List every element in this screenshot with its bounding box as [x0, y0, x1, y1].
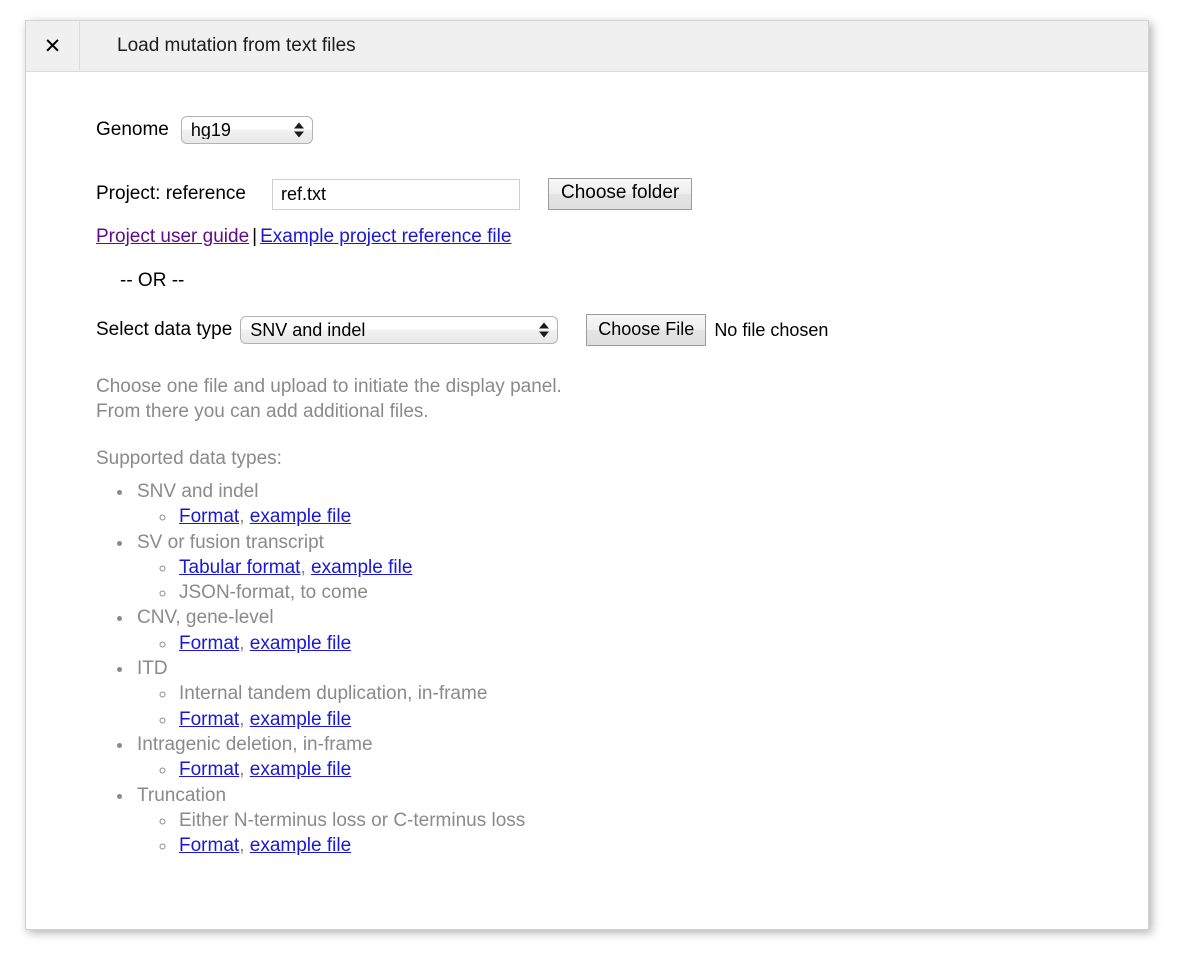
format-link[interactable]: Format — [179, 835, 239, 856]
type-sublist: Internal tandem duplication, in-frame Fo… — [137, 681, 1148, 732]
dialog-titlebar: ✕ Load mutation from text files — [26, 21, 1148, 72]
dialog-title: Load mutation from text files — [117, 35, 356, 56]
list-item: Format, example file — [177, 707, 1148, 732]
type-sublist: Format, example file — [137, 631, 1148, 656]
type-name: Truncation — [137, 784, 227, 806]
genome-label: Genome — [96, 119, 169, 140]
type-name: SV or fusion transcript — [137, 531, 324, 553]
list-item: Internal tandem duplication, in-frame — [177, 681, 1148, 706]
list-item: Format, example file — [177, 757, 1148, 782]
list-item: SNV and indel Format, example file — [134, 479, 1148, 530]
list-item: Format, example file — [177, 504, 1148, 529]
format-link[interactable]: Format — [179, 709, 239, 730]
datatype-row: Select data type SNV and indel Choose Fi… — [26, 314, 1148, 346]
type-name: ITD — [137, 658, 168, 680]
example-file-link[interactable]: example file — [250, 709, 351, 730]
list-item: Intragenic deletion, in-frame Format, ex… — [134, 732, 1148, 783]
format-link[interactable]: Format — [179, 633, 239, 654]
upload-instructions: Choose one file and upload to initiate t… — [26, 374, 1148, 471]
format-link[interactable]: Format — [179, 506, 239, 527]
genome-select-wrapper: hg19 — [180, 116, 313, 144]
example-file-link[interactable]: example file — [311, 557, 412, 578]
reference-links-row: Project user guide | Example project refer… — [26, 226, 1148, 248]
selected-file-name: No file chosen — [714, 319, 829, 340]
dialog-panel: ✕ Load mutation from text files Genome h… — [25, 20, 1149, 930]
list-item: SV or fusion transcript Tabular format, … — [134, 530, 1148, 606]
example-file-link[interactable]: example file — [250, 759, 351, 780]
project-user-guide-link[interactable]: Project user guide — [96, 226, 249, 247]
link-separator: | — [252, 226, 258, 247]
instructions-line-2: From there you can add additional files. — [96, 401, 429, 422]
datatype-select-wrapper: SNV and indel — [240, 316, 559, 344]
dialog-body: Genome hg19 Project: reference Choose fo… — [26, 72, 1148, 858]
project-reference-label: Project: reference — [96, 183, 246, 204]
comma: , — [239, 835, 245, 857]
close-icon: ✕ — [43, 33, 62, 58]
list-item: Format, example file — [177, 631, 1148, 656]
comma: , — [239, 708, 245, 730]
example-file-link[interactable]: example file — [250, 633, 351, 654]
genome-select[interactable]: hg19 — [180, 116, 313, 144]
list-item: Either N-terminus loss or C-terminus los… — [177, 808, 1148, 833]
comma: , — [239, 759, 245, 781]
comma: , — [239, 632, 245, 654]
project-reference-row: Project: reference Choose folder — [26, 178, 1148, 210]
datatype-select[interactable]: SNV and indel — [240, 316, 559, 344]
type-sublist: Format, example file — [137, 757, 1148, 782]
project-reference-input[interactable] — [271, 178, 520, 210]
choose-folder-button[interactable]: Choose folder — [547, 178, 693, 210]
genome-row: Genome hg19 — [26, 116, 1148, 144]
choose-file-button[interactable]: Choose File — [586, 314, 707, 346]
type-name: CNV, gene-level — [137, 607, 274, 629]
type-sublist: Tabular format, example file JSON-format… — [137, 555, 1148, 606]
list-item: Truncation Either N-terminus loss or C-t… — [134, 783, 1148, 859]
list-item: Format, example file — [177, 833, 1148, 858]
example-file-link[interactable]: example file — [250, 506, 351, 527]
instructions-line-1: Choose one file and upload to initiate t… — [96, 376, 562, 397]
type-sublist: Either N-terminus loss or C-terminus los… — [137, 808, 1148, 859]
datatype-label: Select data type — [96, 319, 233, 340]
or-divider-text: -- OR -- — [120, 270, 185, 291]
type-name: Intragenic deletion, in-frame — [137, 733, 373, 755]
comma: , — [239, 506, 245, 528]
close-button[interactable]: ✕ — [26, 21, 80, 71]
list-item: Tabular format, example file — [177, 555, 1148, 580]
type-name: SNV and indel — [137, 481, 259, 502]
type-sublist: Format, example file — [137, 504, 1148, 529]
format-link[interactable]: Tabular format — [179, 557, 300, 578]
comma: , — [300, 556, 306, 578]
supported-types-heading: Supported data types: — [96, 448, 282, 469]
format-link[interactable]: Format — [179, 759, 239, 780]
example-file-link[interactable]: example file — [250, 835, 351, 856]
supported-types-list: SNV and indel Format, example file SV or… — [26, 479, 1148, 858]
list-item: CNV, gene-level Format, example file — [134, 605, 1148, 656]
list-item: JSON-format, to come — [177, 580, 1148, 605]
example-project-reference-link[interactable]: Example project reference file — [260, 226, 511, 247]
list-item: ITD Internal tandem duplication, in-fram… — [134, 656, 1148, 732]
